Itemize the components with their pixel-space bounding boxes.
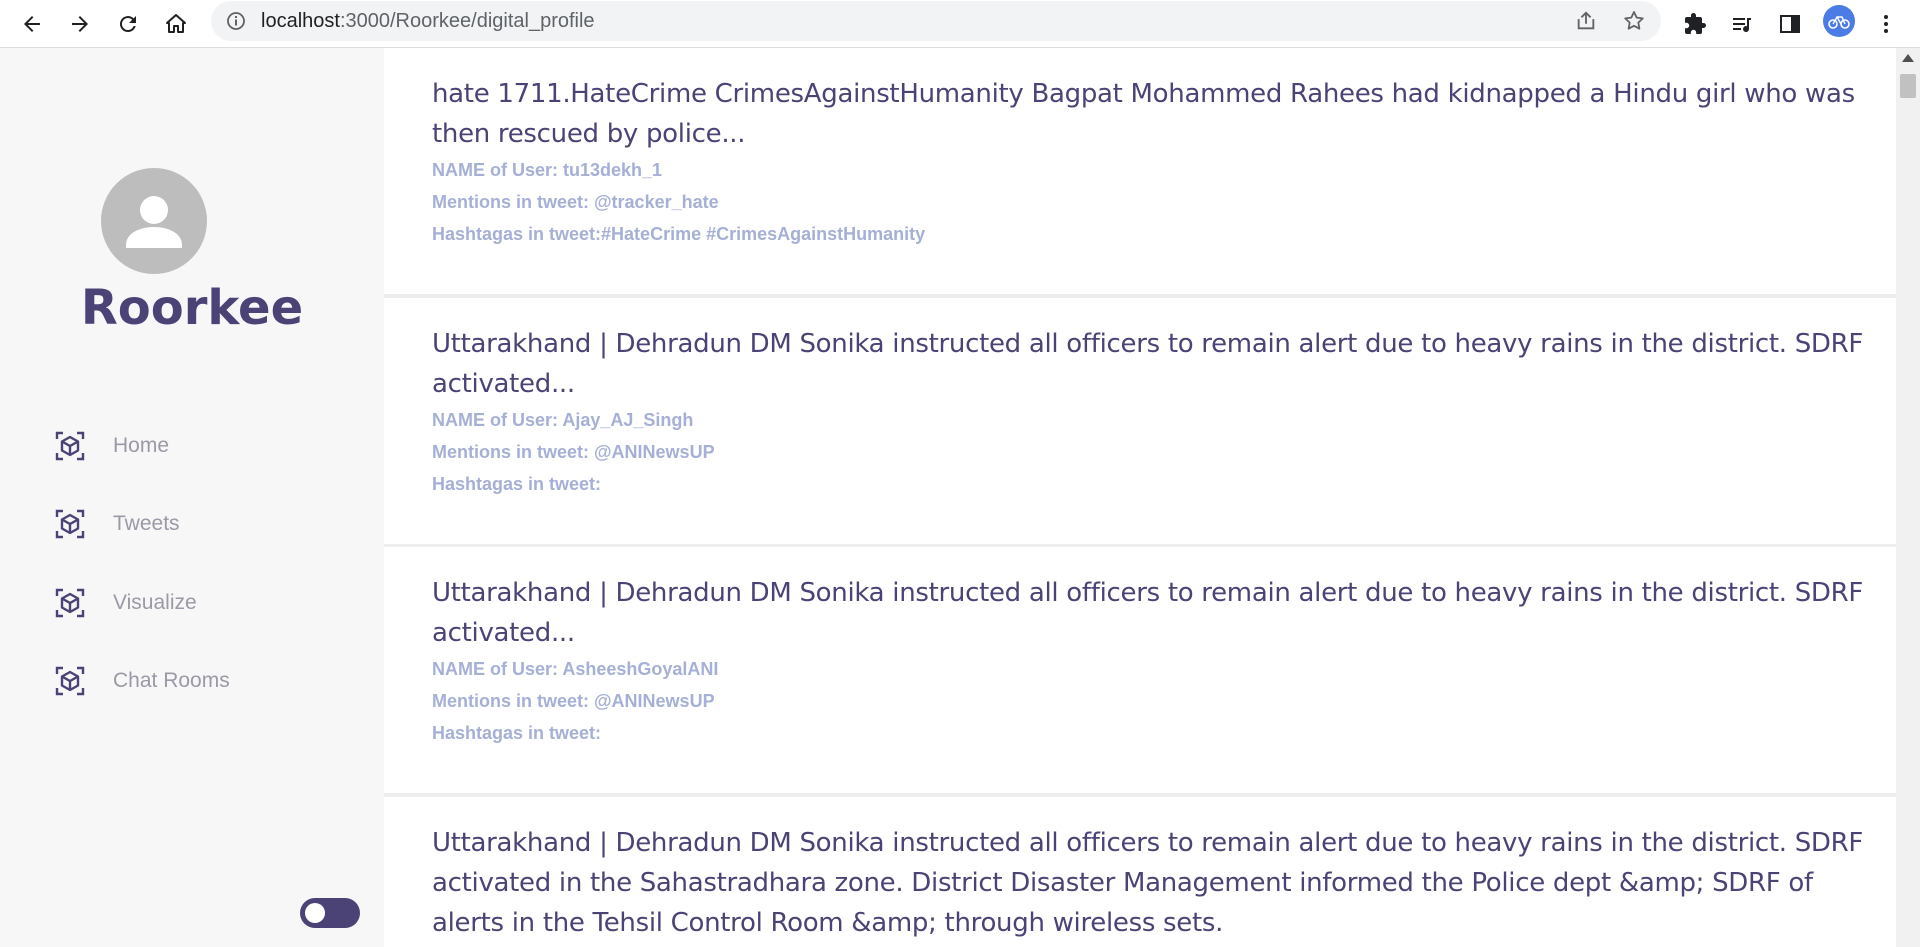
home-button[interactable]: [158, 6, 194, 42]
tweet-hashtags: Hashtagas in tweet:: [432, 723, 602, 743]
side-panel-button[interactable]: [1772, 6, 1808, 42]
share-icon[interactable]: [1575, 10, 1597, 32]
scroll-up-icon[interactable]: [1902, 54, 1914, 62]
site-info-icon: [227, 12, 245, 30]
browser-menu-button[interactable]: [1868, 6, 1904, 42]
tweet-hashtags: Hashtagas in tweet:: [432, 474, 602, 494]
sidebar-item-label: Home: [113, 434, 170, 457]
tweet-mentions: Mentions in tweet: @ANINewsUP: [432, 691, 715, 711]
tweet-card[interactable]: Uttarakhand | Dehradun DM Sonika instruc…: [384, 797, 1896, 947]
tweet-hashtags: Hashtagas in tweet:#HateCrime #CrimesAga…: [432, 224, 926, 244]
theme-toggle[interactable]: [300, 898, 360, 928]
sidebar-item-tweets[interactable]: Tweets: [52, 500, 180, 548]
extensions-button[interactable]: [1677, 6, 1713, 42]
cube-icon: [52, 428, 88, 464]
sidebar-item-label: Visualize: [113, 591, 197, 614]
tweet-text: Uttarakhand | Dehradun DM Sonika instruc…: [432, 578, 1864, 648]
browser-toolbar: localhost:3000/Roorkee/digital_profile: [0, 0, 1920, 48]
back-button[interactable]: [14, 6, 50, 42]
toggle-knob: [305, 903, 325, 923]
cube-icon: [52, 506, 88, 542]
tweet-user: NAME of User: tu13dekh_1: [432, 160, 663, 180]
kebab-menu-icon: [1884, 15, 1888, 33]
tweet-text: Uttarakhand | Dehradun DM Sonika instruc…: [432, 828, 1864, 938]
tweet-mentions: Mentions in tweet: @tracker_hate: [432, 192, 719, 212]
puzzle-icon: [1685, 13, 1706, 34]
cube-icon: [52, 585, 88, 621]
sidebar: Roorkee Home Tweets Visualize Chat Rooms: [0, 48, 384, 947]
tweet-card[interactable]: hate 1711.HateCrime CrimesAgainstHumanit…: [384, 48, 1896, 294]
playlist-icon: [1733, 18, 1751, 33]
scrollbar-thumb[interactable]: [1900, 74, 1916, 98]
tweet-text: Uttarakhand | Dehradun DM Sonika instruc…: [432, 329, 1864, 399]
reload-button[interactable]: [110, 6, 146, 42]
tweet-user: NAME of User: AsheeshGoyalANI: [432, 659, 719, 679]
forward-arrow-icon: [72, 16, 88, 32]
back-arrow-icon: [24, 16, 40, 32]
tweet-mentions: Mentions in tweet: @ANINewsUP: [432, 442, 715, 462]
sidebar-item-home[interactable]: Home: [52, 422, 169, 470]
side-panel-icon: [1780, 15, 1800, 33]
profile-bike-icon: [1828, 16, 1850, 29]
address-bar[interactable]: localhost:3000/Roorkee/digital_profile: [211, 1, 1661, 41]
url-text: localhost:3000/Roorkee/digital_profile: [261, 10, 595, 32]
tweet-feed: hate 1711.HateCrime CrimesAgainstHumanit…: [384, 48, 1896, 947]
tweet-text: hate 1711.HateCrime CrimesAgainstHumanit…: [432, 79, 1855, 149]
sidebar-item-label: Chat Rooms: [113, 669, 230, 692]
media-control-button[interactable]: [1724, 6, 1760, 42]
page-scrollbar[interactable]: [1896, 48, 1920, 947]
bookmark-star-icon[interactable]: [1622, 9, 1646, 33]
profile-avatar[interactable]: [1823, 5, 1855, 37]
avatar: [101, 168, 207, 274]
home-icon: [166, 14, 186, 33]
tweet-card[interactable]: Uttarakhand | Dehradun DM Sonika instruc…: [384, 547, 1896, 793]
tweet-card[interactable]: Uttarakhand | Dehradun DM Sonika instruc…: [384, 298, 1896, 544]
user-silhouette-icon: [126, 196, 182, 248]
sidebar-item-label: Tweets: [113, 512, 180, 535]
sidebar-item-chat-rooms[interactable]: Chat Rooms: [52, 657, 230, 705]
sidebar-item-visualize[interactable]: Visualize: [52, 579, 197, 627]
forward-button[interactable]: [62, 6, 98, 42]
tweet-user: NAME of User: Ajay_AJ_Singh: [432, 410, 694, 430]
profile-title: Roorkee: [80, 280, 304, 336]
reload-icon: [119, 16, 136, 33]
cube-icon: [52, 663, 88, 699]
